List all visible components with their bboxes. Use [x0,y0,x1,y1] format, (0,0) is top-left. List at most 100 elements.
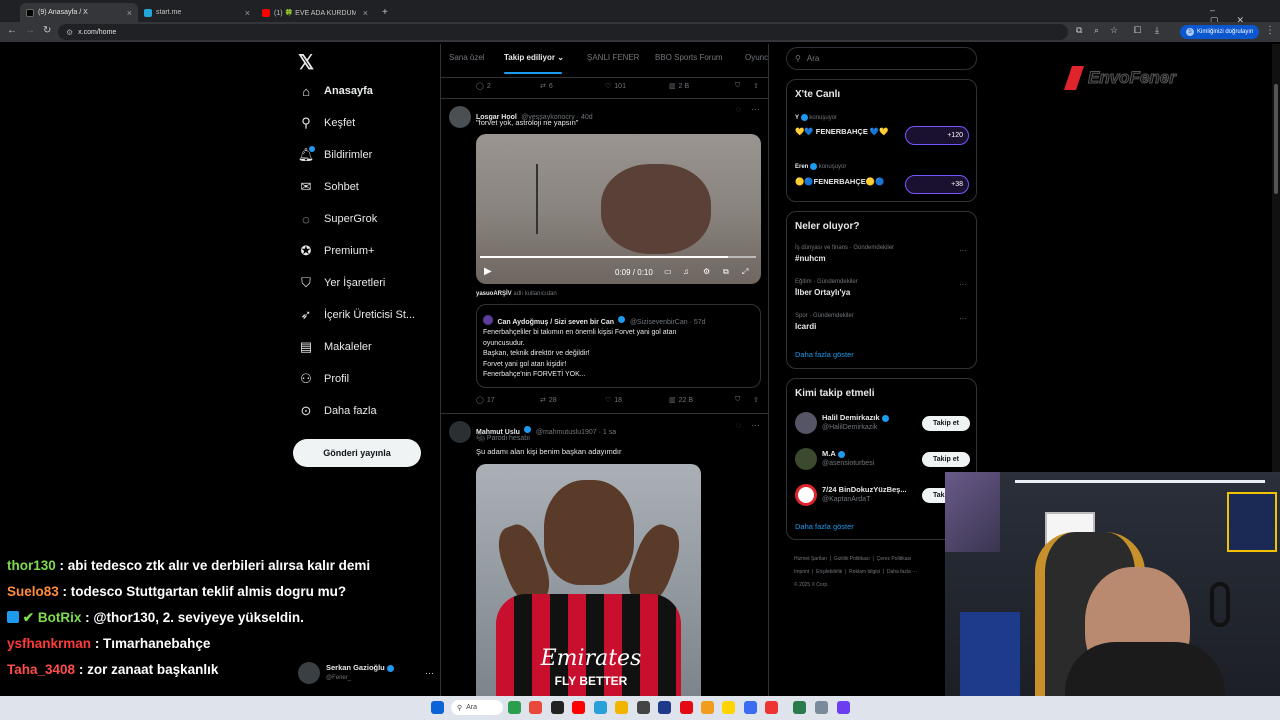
nav-chat[interactable]: ✉ Sohbet [299,179,359,194]
nav-explore[interactable]: ⚲ Keşfet [299,115,355,130]
repost-action[interactable]: ⇄ 28 [540,396,557,405]
quoted-tweet[interactable]: Can Aydoğmuş / Sizi seven bir Can @Sizis… [476,304,761,388]
listeners-pill[interactable]: +38 [905,175,969,194]
search-input[interactable]: ⚲ Ara [786,47,977,70]
avatar[interactable] [795,412,817,434]
grok-icon[interactable]: ◌ [736,421,741,430]
repost-action[interactable]: ⇄ 6 [540,82,553,91]
footer-link[interactable]: Reklam bilgisi [849,569,880,575]
follow-suggestion[interactable]: 7/24 BinDokuzYüzBeş... @KaptanArdaT [822,485,907,503]
bookmark-star-icon[interactable]: ☆ [1110,25,1118,36]
more-icon[interactable]: ··· [425,668,434,678]
bookmark-action[interactable]: ⛉ [735,396,740,404]
downloads-icon[interactable]: ⤓ [1155,25,1159,36]
forward-icon[interactable]: → [25,25,35,36]
source-name[interactable]: yasuoARŞİV [476,291,512,297]
share-action[interactable]: ⇧ [753,82,759,90]
reload-icon[interactable]: ↻ [43,25,51,36]
new-tab-button[interactable]: + [376,3,392,22]
avatar[interactable] [795,448,817,470]
show-more-link[interactable]: Daha fazla göster [795,522,854,531]
like-action[interactable]: ♡ 18 [605,396,622,405]
zoom-icon[interactable]: ⌕ [1094,25,1099,36]
site-info-icon[interactable]: ⚙ [66,28,73,37]
more-icon[interactable]: ··· [751,104,760,114]
trend-item[interactable]: Spor · Gündemdekiler Icardi [795,313,854,331]
live-title[interactable]: 💛💙 FENERBAHÇE 💙💛 [795,127,895,137]
footer-link[interactable]: Hizmet Şartları [794,556,827,562]
close-tab-icon[interactable]: × [245,8,250,18]
volume-icon[interactable]: ♫ [683,267,689,276]
nav-notifications[interactable]: 🔔︎ Bildirimler [298,146,372,162]
extensions-icon[interactable]: ⧠ [1134,25,1141,36]
nav-supergrok[interactable]: ◌ SuperGrok [299,212,377,227]
captions-icon[interactable]: ▭ [664,267,672,276]
app-icon[interactable] [529,701,542,714]
close-tab-icon[interactable]: × [363,8,368,18]
views-action[interactable]: ▥ 2 B [669,82,689,91]
fullscreen-icon[interactable]: ⤢ [742,267,748,277]
footer-link[interactable]: Imprint [794,569,809,575]
play-icon[interactable]: ▶ [484,266,492,277]
tab-following[interactable]: Takip ediliyor ⌄ [504,53,564,62]
views-action[interactable]: ▥ 22 B [669,396,693,405]
account-switcher[interactable]: Serkan Gazioğlu @Fener_ ··· [298,659,434,687]
netflix-icon[interactable] [680,701,693,714]
trend-item[interactable]: İş dünyası ve finans · Gündemdekiler #nuh… [795,245,894,263]
app-icon[interactable] [637,701,650,714]
author-handle[interactable]: @mahmutuslu1907 · 1 sa [536,429,616,436]
app-icon[interactable] [793,701,806,714]
footer-link[interactable]: Gizlilik Politikası [834,556,870,562]
live-host[interactable]: Eren konuşuyor [795,163,846,170]
tab-bbo-sports[interactable]: BBO Sports Forum [655,53,723,62]
verify-identity-button[interactable]: S Kimliğinizi doğrulayın [1180,25,1260,39]
live-title[interactable]: 🟡🔵FENERBAHÇE🟡🔵 [795,177,905,186]
nav-more[interactable]: ⊙ Daha fazla [299,403,377,418]
tweet-image[interactable]: Emirates FLY BETTER [476,464,701,696]
tab-youtube[interactable]: (1) 🍀 EVE ADA KURDUM 💖 ... × [256,3,374,22]
app-icon[interactable] [765,701,778,714]
avatar[interactable] [795,484,817,506]
footer-link[interactable]: Daha fazla ··· [887,569,917,575]
whatsapp-icon[interactable] [508,701,521,714]
video-player[interactable]: ▶ 0:09 / 0:10 ▭ ♫ ⚙ ⧉ ⤢ [476,134,761,284]
live-host[interactable]: Y konuşuyor [795,114,837,121]
follow-button[interactable]: Takip et [922,416,970,431]
tab-x-home[interactable]: (9) Anasayfa / X × [20,3,138,22]
folder-icon[interactable] [722,701,735,714]
nav-articles[interactable]: ▤ Makaleler [299,339,372,354]
youtube-icon[interactable] [572,701,585,714]
show-more-link[interactable]: Daha fazla göster [795,350,854,359]
more-icon[interactable]: ··· [959,314,967,323]
app-icon[interactable] [815,701,828,714]
footer-link[interactable]: Erişilebilirlik [816,569,842,575]
post-button[interactable]: Gönderi yayınla [293,439,421,467]
share-action[interactable]: ⇧ [753,396,759,404]
app-icon[interactable] [551,701,564,714]
menu-icon[interactable]: ⋮ [1265,25,1275,36]
tab-oyunc[interactable]: Oyunc [745,53,768,62]
address-bar[interactable]: ⚙ x.com/home [58,24,1068,40]
vlc-icon[interactable] [701,701,714,714]
scrollbar-thumb[interactable] [1274,84,1278,194]
follow-suggestion[interactable]: Halil Demirkazık @HalilDemirkazik [822,413,889,431]
nav-creator-studio[interactable]: ➶ İçerik Üreticisi St... [299,307,416,322]
x-logo[interactable]: 𝕏 [298,50,314,75]
avatar[interactable] [449,421,471,443]
bookmark-action[interactable]: ⛉ [735,82,740,90]
telegram-icon[interactable] [594,701,607,714]
tab-startme[interactable]: start.me × [138,3,256,22]
back-icon[interactable]: ← [7,25,17,36]
more-icon[interactable]: ··· [751,420,760,430]
app-icon[interactable] [658,701,671,714]
install-icon[interactable]: ⧉ [1076,25,1082,36]
reply-action[interactable]: ◯ 2 [476,82,491,91]
settings-icon[interactable]: ⚙ [703,267,710,276]
grok-icon[interactable]: ◌ [736,105,741,114]
nav-bookmarks[interactable]: ⛉ Yer İşaretleri [299,275,385,290]
footer-link[interactable]: Çerez Politikası [877,556,912,562]
reply-action[interactable]: ◯ 17 [476,396,495,405]
follow-button[interactable]: Takip et [922,452,970,467]
nav-profile[interactable]: ⚇ Profil [299,371,349,386]
app-icon[interactable] [837,701,850,714]
